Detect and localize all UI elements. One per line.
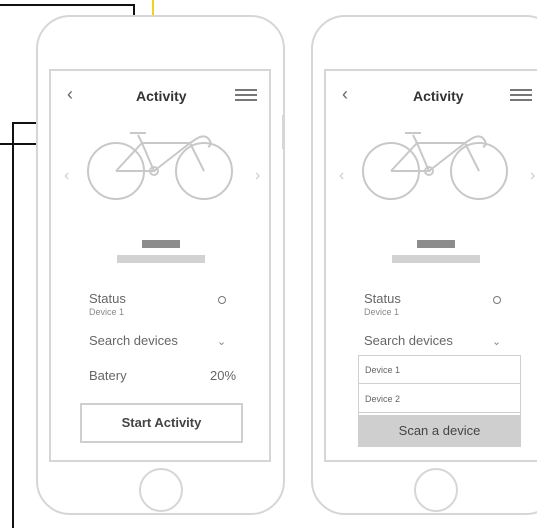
image-caption-bar xyxy=(417,240,455,248)
page-title: Activity xyxy=(136,88,187,104)
chevron-right-icon[interactable]: › xyxy=(255,167,260,185)
start-activity-label: Start Activity xyxy=(121,415,202,430)
chevron-right-icon[interactable]: › xyxy=(530,167,535,185)
chevron-down-icon[interactable]: ⌄ xyxy=(217,335,226,348)
device-dropdown: Device 1 Device 2 Scan a device xyxy=(358,355,521,447)
search-devices-label[interactable]: Search devices xyxy=(89,333,178,348)
hamburger-menu-icon[interactable] xyxy=(510,89,532,101)
dropdown-option[interactable]: Device 1 xyxy=(359,356,520,384)
dropdown-option[interactable]: Device 2 xyxy=(359,385,520,413)
start-activity-button[interactable]: Start Activity xyxy=(80,403,243,443)
scan-device-button[interactable]: Scan a device xyxy=(359,415,520,447)
status-circle-icon xyxy=(218,296,226,304)
status-label: Status xyxy=(364,291,401,306)
battery-label: Batery xyxy=(89,368,127,383)
annotation-line xyxy=(0,4,134,6)
bicycle-image xyxy=(362,132,508,200)
page-title: Activity xyxy=(413,88,464,104)
image-caption-bar xyxy=(142,240,180,248)
back-icon[interactable]: ‹ xyxy=(67,84,73,105)
status-device: Device 1 xyxy=(364,307,400,317)
image-caption-bar xyxy=(117,255,205,263)
status-device: Device 1 xyxy=(89,307,125,317)
chevron-down-icon[interactable]: ⌄ xyxy=(492,335,501,348)
image-caption-bar xyxy=(392,255,480,263)
status-label: Status xyxy=(89,291,126,306)
home-button[interactable] xyxy=(414,468,458,512)
hamburger-menu-icon[interactable] xyxy=(235,89,257,101)
battery-value: 20% xyxy=(210,368,237,383)
chevron-left-icon[interactable]: ‹ xyxy=(64,167,69,185)
side-button xyxy=(282,115,285,149)
annotation-line xyxy=(12,122,14,528)
home-button[interactable] xyxy=(139,468,183,512)
chevron-left-icon[interactable]: ‹ xyxy=(339,167,344,185)
status-circle-icon xyxy=(493,296,501,304)
bicycle-image xyxy=(87,132,233,200)
search-devices-label[interactable]: Search devices xyxy=(364,333,453,348)
back-icon[interactable]: ‹ xyxy=(342,84,348,105)
